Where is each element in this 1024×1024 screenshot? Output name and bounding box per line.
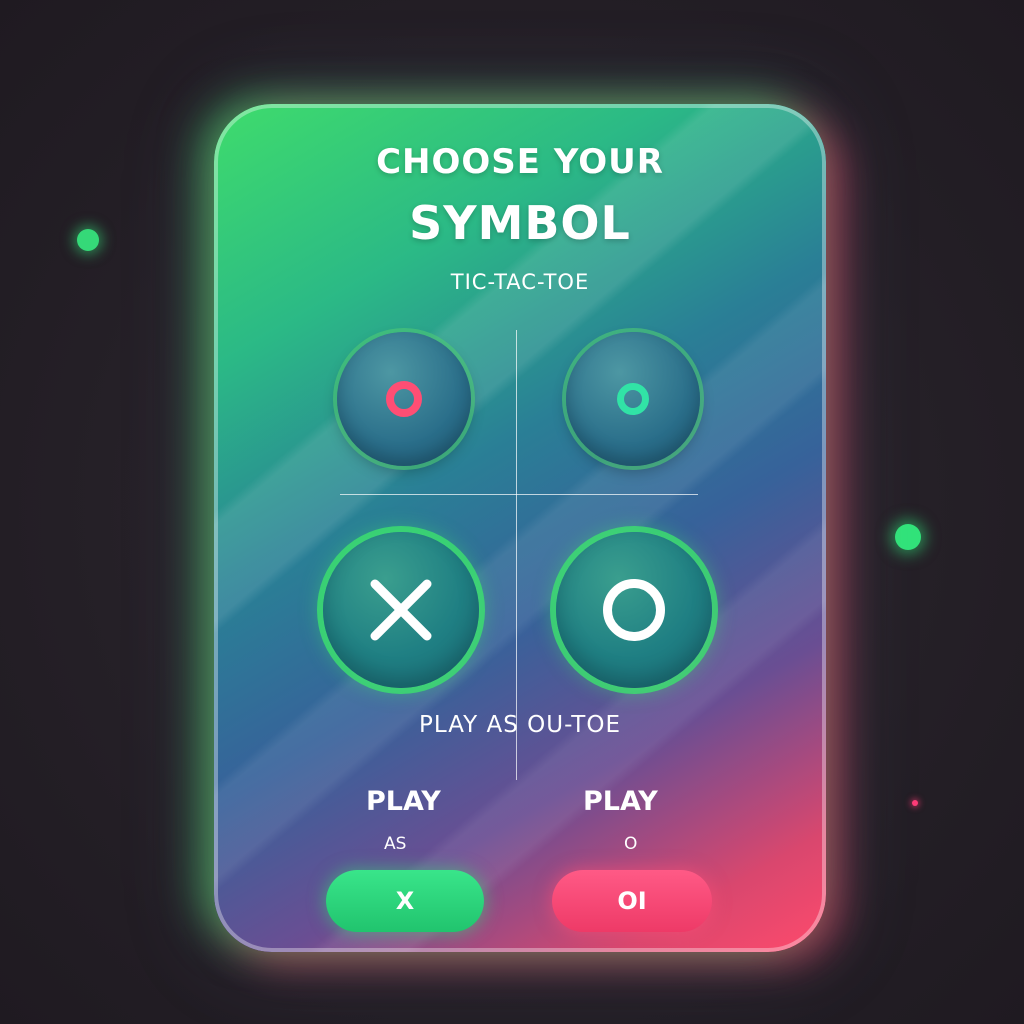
play-as-x-button-label: X (395, 887, 415, 915)
green-sparkle (77, 229, 99, 251)
game-screen: CHOOSE YOUR SYMBOL TIC-TAC-TOE PLAY AS O… (0, 0, 1024, 1024)
play-o-sublabel: O (624, 834, 638, 854)
x-icon (370, 579, 432, 641)
pink-sparkle (912, 800, 918, 806)
play-as-o-button-label: OI (617, 887, 647, 915)
play-as-o-button[interactable]: OI (552, 870, 712, 932)
play-x-sublabel: AS (384, 834, 407, 854)
symbol-option-o-teal[interactable] (566, 332, 700, 466)
play-o-label: PLAY (583, 786, 658, 817)
symbol-selection-card: CHOOSE YOUR SYMBOL TIC-TAC-TOE PLAY AS O… (214, 104, 826, 952)
title-line-1: CHOOSE YOUR (376, 142, 664, 182)
play-x-label: PLAY (366, 786, 441, 817)
title-line-2: SYMBOL (409, 196, 631, 250)
circle-icon (617, 383, 649, 415)
circle-icon (386, 381, 422, 417)
circle-icon (603, 579, 665, 641)
green-sparkle (895, 524, 921, 550)
grid-divider-horizontal (340, 494, 698, 495)
symbol-option-o-pink[interactable] (337, 332, 471, 466)
game-subtitle: TIC-TAC-TOE (450, 270, 590, 294)
symbol-option-o[interactable] (556, 532, 712, 688)
symbol-option-x[interactable] (323, 532, 479, 688)
play-as-x-button[interactable]: X (326, 870, 484, 932)
play-as-label: PLAY AS OU-TOE (419, 712, 621, 738)
